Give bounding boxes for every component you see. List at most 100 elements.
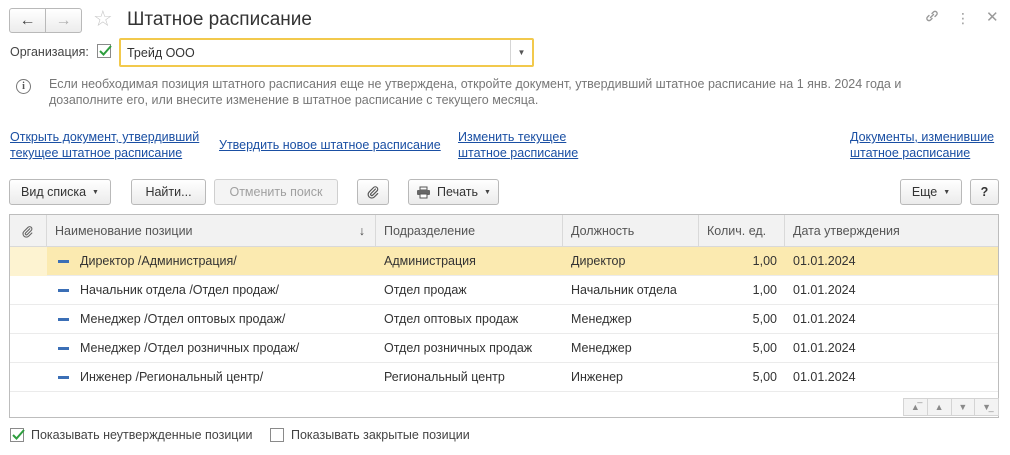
- cancel-search-button[interactable]: Отменить поиск: [214, 179, 338, 205]
- org-select[interactable]: Трейд ООО ▼: [119, 38, 534, 67]
- view-list-label: Вид списка: [21, 185, 87, 199]
- print-label: Печать: [437, 185, 478, 199]
- position-item-icon: [58, 376, 69, 379]
- cell-name: Директор /Администрация/: [80, 254, 237, 268]
- org-checkbox[interactable]: [97, 44, 112, 58]
- cell-dept: Отдел розничных продаж: [384, 341, 533, 355]
- open-approving-doc-link[interactable]: Открыть документ, утвердивший текущее шт…: [10, 129, 199, 161]
- cell-qty: 1,00: [752, 283, 777, 297]
- cell-name: Менеджер /Отдел оптовых продаж/: [80, 312, 286, 326]
- caret-down-icon: ▼: [92, 188, 99, 196]
- table-row[interactable]: Директор /Администрация/ Администрация Д…: [10, 247, 998, 276]
- show-closed-label: Показывать закрытые позиции: [291, 428, 470, 442]
- paperclip-icon: [22, 226, 33, 238]
- cell-date: 01.01.2024: [793, 254, 856, 268]
- caret-down-icon: ▼: [484, 188, 491, 196]
- cell-qty: 1,00: [752, 254, 777, 268]
- help-button[interactable]: ?: [970, 179, 999, 205]
- table-row[interactable]: Менеджер /Отдел розничных продаж/ Отдел …: [10, 334, 998, 363]
- cell-position: Менеджер: [571, 341, 632, 355]
- table-row[interactable]: Менеджер /Отдел оптовых продаж/ Отдел оп…: [10, 305, 998, 334]
- info-icon: i: [16, 79, 31, 94]
- print-button[interactable]: Печать ▼: [408, 179, 499, 205]
- arrow-down-icon: ↓: [358, 224, 365, 238]
- column-header-name[interactable]: Наименование позиции ↓: [47, 215, 376, 247]
- open-approving-doc-link-line2: текущее штатное расписание: [10, 146, 183, 160]
- position-item-icon: [58, 260, 69, 263]
- more-label: Еще: [911, 185, 938, 199]
- cell-position: Директор: [571, 254, 626, 268]
- more-button[interactable]: Еще ▼: [900, 179, 962, 205]
- staffing-table: Наименование позиции ↓ Подразделение Дол…: [9, 214, 999, 418]
- help-label: ?: [980, 185, 989, 199]
- favorite-star-icon[interactable]: ☆: [93, 6, 113, 32]
- position-item-icon: [58, 289, 69, 292]
- table-header: Наименование позиции ↓ Подразделение Дол…: [10, 215, 998, 247]
- cell-date: 01.01.2024: [793, 370, 856, 384]
- column-header-dept[interactable]: Подразделение: [376, 215, 563, 247]
- cell-name: Начальник отдела /Отдел продаж/: [80, 283, 279, 297]
- caret-down-icon: ▼: [943, 188, 951, 196]
- org-label: Организация:: [10, 45, 89, 59]
- cell-name: Менеджер /Отдел розничных продаж/: [80, 341, 300, 355]
- cell-date: 01.01.2024: [793, 283, 856, 297]
- position-item-icon: [58, 347, 69, 350]
- changing-docs-link-line1: Документы, изменившие: [850, 130, 995, 144]
- show-closed-checkbox[interactable]: [270, 428, 284, 442]
- arrow-right-icon: →: [55, 11, 72, 29]
- cell-dept: Региональный центр: [384, 370, 505, 384]
- paperclip-icon: [367, 186, 379, 199]
- change-current-schedule-link[interactable]: Изменить текущее штатное расписание: [458, 129, 578, 161]
- open-approving-doc-link-line1: Открыть документ, утвердивший: [10, 130, 200, 144]
- change-current-schedule-link-line2: штатное расписание: [458, 146, 579, 160]
- show-unapproved-checkbox[interactable]: [10, 428, 25, 442]
- changing-docs-link-line2: штатное расписание: [850, 146, 971, 160]
- scroll-down-icon[interactable]: ▼: [950, 399, 975, 415]
- arrow-left-icon: ←: [19, 11, 36, 29]
- cell-dept: Отдел оптовых продаж: [384, 312, 519, 326]
- info-message: Если необходимая позиция штатного распис…: [49, 77, 902, 107]
- table-row[interactable]: Инженер /Региональный центр/ Региональны…: [10, 363, 998, 392]
- cell-qty: 5,00: [752, 341, 777, 355]
- view-list-button[interactable]: Вид списка ▼: [9, 179, 111, 205]
- table-row[interactable]: Начальник отдела /Отдел продаж/ Отдел пр…: [10, 276, 998, 305]
- close-icon[interactable]: ✕: [986, 8, 999, 28]
- scroll-to-bottom-icon[interactable]: ▼̲: [974, 399, 998, 415]
- chevron-down-icon[interactable]: ▼: [510, 40, 532, 65]
- cell-position: Менеджер: [571, 312, 632, 326]
- cell-dept: Администрация: [384, 254, 476, 268]
- find-label: Найти...: [145, 185, 192, 199]
- link-icon[interactable]: [924, 8, 940, 30]
- cell-name: Инженер /Региональный центр/: [80, 370, 264, 384]
- show-unapproved-label: Показывать неутвержденные позиции: [31, 428, 253, 442]
- cell-date: 01.01.2024: [793, 312, 856, 326]
- attachment-column-header[interactable]: [10, 215, 47, 247]
- back-button[interactable]: ←: [10, 9, 45, 32]
- scroll-to-top-icon[interactable]: ▲̅: [904, 399, 927, 415]
- cancel-search-label: Отменить поиск: [229, 185, 323, 199]
- column-header-name-label: Наименование позиции: [55, 224, 193, 238]
- cell-dept: Отдел продаж: [384, 283, 467, 297]
- cell-position: Начальник отдела: [571, 283, 677, 297]
- changing-docs-link[interactable]: Документы, изменившие штатное расписание: [850, 129, 994, 161]
- cell-qty: 5,00: [752, 370, 777, 384]
- change-current-schedule-link-line1: Изменить текущее: [458, 130, 567, 144]
- find-button[interactable]: Найти...: [131, 179, 206, 205]
- position-item-icon: [58, 318, 69, 321]
- printer-icon: [417, 186, 431, 198]
- window-title: Штатное расписание: [127, 9, 312, 30]
- approve-new-schedule-link[interactable]: Утвердить новое штатное расписание: [219, 137, 441, 153]
- row-attachment-cell: [10, 247, 47, 276]
- org-select-value: Трейд ООО: [127, 46, 195, 60]
- cell-position: Инженер: [571, 370, 624, 384]
- column-header-position[interactable]: Должность: [563, 215, 699, 247]
- forward-button[interactable]: →: [45, 9, 81, 32]
- cell-qty: 5,00: [752, 312, 777, 326]
- nav-buttons: ← →: [9, 8, 82, 33]
- column-header-qty[interactable]: Колич. ед.: [699, 215, 785, 247]
- attach-button[interactable]: [357, 179, 389, 205]
- scroll-up-icon[interactable]: ▲: [926, 399, 951, 415]
- cell-date: 01.01.2024: [793, 341, 856, 355]
- column-header-date[interactable]: Дата утверждения: [785, 215, 998, 247]
- more-vertical-icon[interactable]: ⋮: [956, 8, 970, 28]
